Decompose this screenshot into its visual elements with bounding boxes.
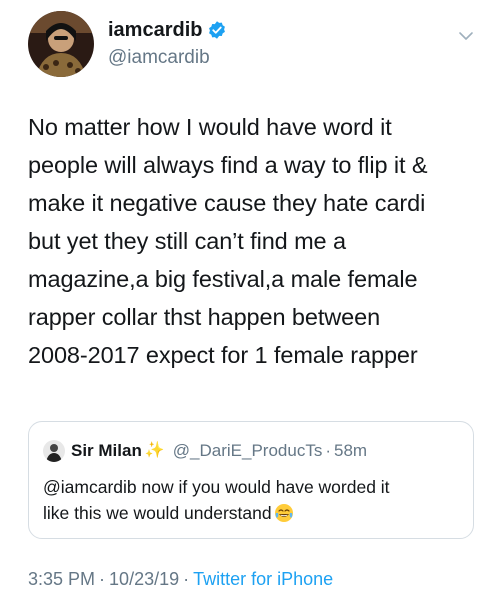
- tweet-source-link[interactable]: Twitter for iPhone: [193, 569, 333, 589]
- quoted-handle[interactable]: @_DariE_ProducTs: [173, 440, 323, 462]
- quoted-tweet-text: @iamcardib now if you would have worded …: [43, 474, 463, 526]
- quoted-timestamp[interactable]: 58m: [334, 440, 367, 462]
- tweet-metadata: 3:35 PM · 10/23/19 · Twitter for iPhone: [28, 568, 333, 590]
- tweet-text: No matter how I would have word it peopl…: [28, 114, 428, 368]
- author-info: iamcardib @iamcardib: [108, 18, 227, 70]
- quoted-display-name[interactable]: Sir Milan: [71, 440, 142, 462]
- quoted-tweet-card[interactable]: Sir Milan ✨ @_DariE_ProducTs · 58m @iamc…: [28, 421, 474, 539]
- meta-separator: ·: [99, 569, 106, 589]
- author-display-name[interactable]: iamcardib: [108, 18, 202, 42]
- quoted-tweet-body: @iamcardib now if you would have worded …: [43, 477, 390, 523]
- profile-photo-icon: [28, 11, 94, 77]
- chevron-down-icon[interactable]: [458, 28, 474, 44]
- avatar[interactable]: [28, 11, 94, 77]
- tweet-date[interactable]: 10/23/19: [109, 569, 179, 589]
- quoted-avatar[interactable]: [43, 440, 65, 462]
- sparkle-icon: ✨: [144, 442, 165, 459]
- author-name-row[interactable]: iamcardib: [108, 18, 227, 42]
- quoted-separator: ·: [325, 441, 331, 460]
- tweet-time[interactable]: 3:35 PM: [28, 569, 95, 589]
- quoted-profile-photo-icon: [43, 440, 65, 462]
- author-handle[interactable]: @iamcardib: [108, 46, 227, 70]
- quoted-tweet-header: Sir Milan ✨ @_DariE_ProducTs · 58m: [43, 440, 367, 462]
- verified-badge-icon: [209, 21, 226, 39]
- meta-separator-2: ·: [183, 569, 190, 589]
- face-with-tears-of-joy-icon: [274, 504, 293, 522]
